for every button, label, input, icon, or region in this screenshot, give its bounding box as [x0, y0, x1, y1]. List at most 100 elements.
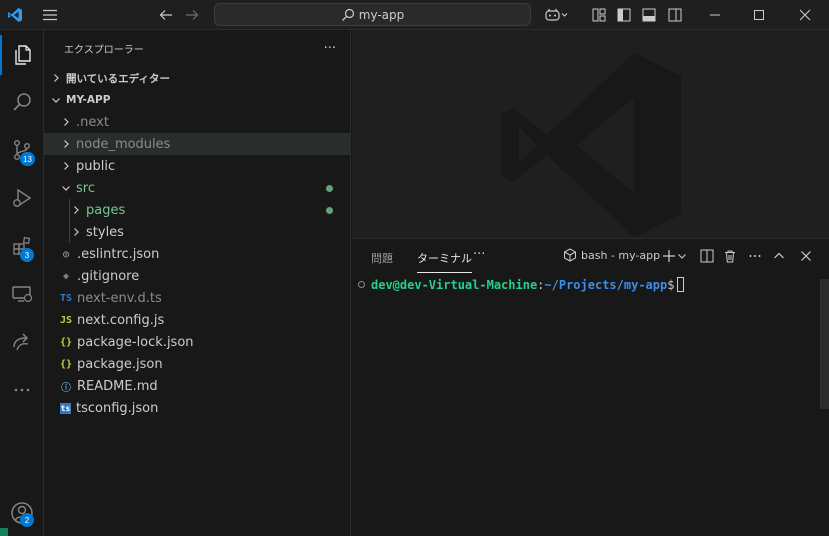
- prompt-user: dev@dev-Virtual-Machine: [371, 277, 538, 292]
- tree-folder[interactable]: .next: [44, 111, 350, 133]
- json-icon: {}: [59, 358, 73, 370]
- chevron-right-icon: [68, 227, 84, 237]
- tree-file[interactable]: ⓘ README.md: [44, 375, 350, 397]
- chevron-right-icon: [58, 161, 74, 171]
- menu-icon[interactable]: [36, 0, 64, 30]
- chevron-right-icon: [58, 117, 74, 127]
- terminal-scrollbar[interactable]: [820, 279, 829, 409]
- terminal-selector[interactable]: bash - my-app: [563, 248, 660, 262]
- git-modified-dot: [326, 184, 333, 192]
- chevron-down-icon: [58, 183, 74, 193]
- close-icon[interactable]: [790, 0, 820, 30]
- eslint-icon: ◎: [62, 248, 70, 260]
- tree-file[interactable]: ◆ .gitignore: [44, 265, 350, 287]
- git-modified-dot: [326, 206, 333, 214]
- chevron-down-icon[interactable]: [676, 247, 688, 265]
- prompt-symbol: $: [667, 277, 675, 292]
- search-icon: [341, 8, 355, 22]
- copilot-icon[interactable]: [542, 0, 572, 30]
- account-badge: 2: [20, 513, 34, 527]
- tree-folder[interactable]: pages: [44, 199, 350, 221]
- tree-item-label: package.json: [77, 356, 163, 372]
- explorer-title: エクスプローラー: [64, 45, 144, 56]
- tree-item-label: README.md: [77, 378, 158, 394]
- open-editors-label: 開いているエディター: [66, 72, 170, 85]
- close-panel-icon[interactable]: [797, 247, 815, 265]
- more-actions-icon[interactable]: [746, 247, 764, 265]
- tree-file[interactable]: TS next-env.d.ts: [44, 287, 350, 309]
- indent-guide: [69, 221, 70, 243]
- search-box-text: my-app: [358, 7, 405, 22]
- prompt-path: ~/Projects/my-app: [544, 277, 668, 292]
- javascript-icon: JS: [59, 314, 73, 326]
- info-icon: ⓘ: [61, 382, 71, 394]
- forward-arrow-icon[interactable]: [181, 0, 203, 30]
- tree-item-label: src: [76, 180, 95, 196]
- title-bar: my-app: [0, 0, 829, 30]
- project-section[interactable]: MY-APP: [44, 89, 350, 111]
- source-control-icon[interactable]: 13: [0, 130, 44, 170]
- typescript-icon: TS: [59, 292, 73, 304]
- tree-file[interactable]: JS next.config.js: [44, 309, 350, 331]
- json-icon: {}: [59, 336, 73, 348]
- tree-item-label: pages: [86, 202, 126, 218]
- tab-problems[interactable]: 問題: [371, 250, 393, 266]
- search-icon[interactable]: [0, 82, 44, 122]
- tree-file[interactable]: {} package.json: [44, 353, 350, 375]
- tree-file[interactable]: ◎ .eslintrc.json: [44, 243, 350, 265]
- chevron-right-icon: [68, 205, 84, 215]
- tree-folder[interactable]: public: [44, 155, 350, 177]
- panel-tabs: 問題 ターミナル ··· bash - my-app: [352, 239, 829, 274]
- editor-area: [352, 30, 829, 238]
- remote-explorer-icon[interactable]: [0, 274, 44, 314]
- toggle-panel-icon[interactable]: [638, 0, 660, 30]
- split-terminal-icon[interactable]: [698, 247, 716, 265]
- vscode-watermark-logo: [501, 53, 681, 237]
- more-icon[interactable]: [0, 370, 44, 410]
- terminal-cube-icon: [563, 248, 577, 262]
- trash-icon[interactable]: [721, 247, 739, 265]
- extensions-icon[interactable]: 3: [0, 226, 44, 266]
- tree-item-label: .eslintrc.json: [77, 246, 160, 262]
- tree-item-label: next.config.js: [77, 312, 165, 328]
- terminal-prompt[interactable]: dev@dev-Virtual-Machine : ~/Projects/my-…: [358, 277, 685, 292]
- account-icon[interactable]: 2: [0, 493, 44, 533]
- run-debug-icon[interactable]: [0, 178, 44, 218]
- tsconfig-icon: ts: [60, 402, 71, 414]
- vscode-logo-icon: [2, 0, 28, 30]
- remote-indicator[interactable]: [0, 528, 8, 536]
- activity-bar: 13 3 2: [0, 30, 44, 536]
- tree-item-label: .gitignore: [77, 268, 140, 284]
- prompt-separator: :: [537, 277, 545, 292]
- bottom-panel: 問題 ターミナル ··· bash - my-app dev@dev-Virtu…: [352, 238, 829, 536]
- tree-folder[interactable]: src: [44, 177, 350, 199]
- chevron-right-icon: [48, 73, 64, 83]
- tree-item-label: node_modules: [76, 136, 171, 152]
- explorer-header: エクスプローラー ···: [44, 30, 350, 67]
- layout-icon[interactable]: [588, 0, 610, 30]
- tree-item-label: tsconfig.json: [76, 400, 159, 416]
- open-editors-section[interactable]: 開いているエディター: [44, 67, 350, 89]
- source-control-badge: 13: [20, 152, 35, 166]
- explorer-more-button[interactable]: ···: [324, 41, 336, 56]
- maximize-icon[interactable]: [744, 0, 774, 30]
- maximize-panel-icon[interactable]: [770, 247, 788, 265]
- git-icon: ◆: [62, 270, 70, 282]
- explorer-icon[interactable]: [0, 35, 44, 75]
- tree-file[interactable]: {} package-lock.json: [44, 331, 350, 353]
- toggle-sidebar-icon[interactable]: [613, 0, 635, 30]
- remote-share-icon[interactable]: [0, 322, 44, 362]
- command-center-search[interactable]: my-app: [214, 3, 531, 26]
- tree-item-label: next-env.d.ts: [77, 290, 162, 306]
- file-tree: .next node_modulespublic src pages styles ◎ .e…: [44, 111, 350, 419]
- terminal-name: bash - my-app: [581, 248, 661, 262]
- toggle-secondary-sidebar-icon[interactable]: [664, 0, 686, 30]
- back-arrow-icon[interactable]: [155, 0, 177, 30]
- tab-terminal[interactable]: ターミナル: [417, 250, 472, 273]
- tree-folder[interactable]: styles: [44, 221, 350, 243]
- terminal-command-indicator: [358, 281, 365, 288]
- tree-folder[interactable]: node_modules: [44, 133, 350, 155]
- minimize-icon[interactable]: [700, 0, 730, 30]
- tree-file[interactable]: ts tsconfig.json: [44, 397, 350, 419]
- panel-more-button[interactable]: ···: [473, 247, 485, 262]
